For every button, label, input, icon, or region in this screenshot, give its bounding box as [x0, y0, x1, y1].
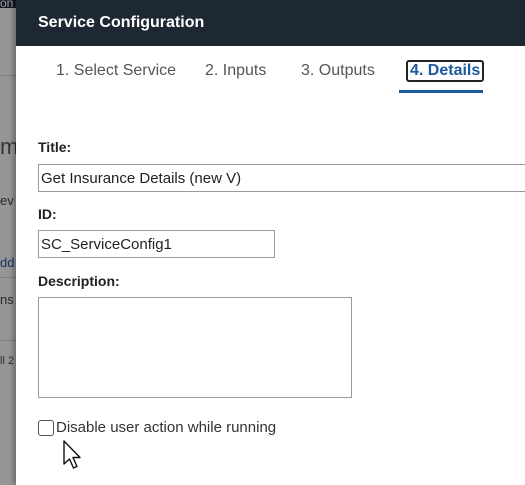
active-tab-indicator	[399, 90, 483, 93]
description-textarea[interactable]	[38, 297, 352, 398]
disable-user-action-checkbox[interactable]	[38, 419, 54, 436]
tab-inputs[interactable]: 2. Inputs	[205, 62, 266, 80]
title-label: Title:	[38, 139, 72, 155]
mouse-pointer-icon	[63, 440, 81, 469]
title-input[interactable]: Get Insurance Details (new V)	[38, 164, 525, 192]
disable-user-action-label[interactable]: Disable user action while running	[56, 419, 276, 436]
dialog-header: Service Configuration	[16, 0, 525, 46]
tab-details[interactable]: 4. Details	[406, 60, 485, 82]
disable-user-action-row[interactable]: Disable user action while running	[38, 419, 276, 436]
dialog-title: Service Configuration	[38, 14, 205, 31]
tab-outputs[interactable]: 3. Outputs	[301, 62, 375, 80]
tab-select-service[interactable]: 1. Select Service	[56, 62, 176, 80]
wizard-tabs: 1. Select Service 2. Inputs 3. Outputs 4…	[16, 56, 525, 94]
id-input[interactable]: SC_ServiceConfig1	[38, 230, 275, 258]
description-label: Description:	[38, 273, 120, 289]
id-label: ID:	[38, 206, 57, 222]
service-configuration-dialog: Service Configuration 1. Select Service …	[16, 0, 525, 485]
